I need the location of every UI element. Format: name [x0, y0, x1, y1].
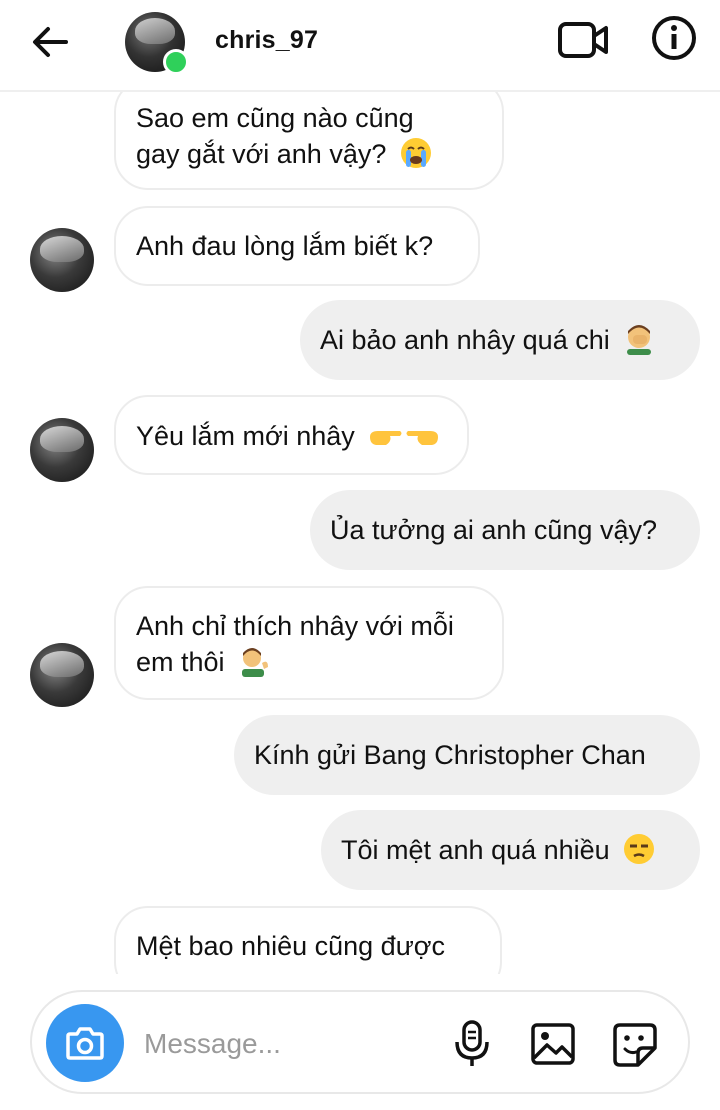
- message-bubble-incoming[interactable]: Anh đau lòng lắm biết k?: [114, 206, 480, 286]
- message-input[interactable]: [144, 1022, 404, 1066]
- message-text: Tôi mệt anh quá nhiều: [341, 835, 610, 865]
- message-composer: [30, 990, 690, 1094]
- message-bubble-outgoing[interactable]: Kính gửi Bang Christopher Chan: [234, 715, 700, 795]
- chat-header: chris_97: [0, 0, 720, 92]
- info-icon: [652, 16, 696, 60]
- message-text: Ủa tưởng ai anh cũng vậy?: [330, 515, 657, 545]
- message-bubble-incoming[interactable]: Anh chỉ thích nhây với mỗi em thôi: [114, 586, 504, 700]
- message-text-line: Tôi mệt anh quá nhiều: [341, 832, 680, 868]
- message-text-line: Ai bảo anh nhây quá chi: [320, 322, 680, 358]
- image-icon: [531, 1023, 575, 1065]
- message-bubble-incoming[interactable]: Sao em cũng nào cũng gay gắt với anh vậy…: [114, 92, 504, 190]
- man-facepalming-emoji-icon: [627, 325, 652, 355]
- camera-button[interactable]: [46, 1004, 124, 1082]
- message-bubble-incoming[interactable]: Mệt bao nhiêu cũng được: [114, 906, 502, 974]
- message-text-line: Yêu lắm mới nhây: [136, 418, 447, 454]
- contact-avatar-small[interactable]: [30, 418, 94, 482]
- camera-icon: [66, 1027, 104, 1060]
- contact-username[interactable]: chris_97: [215, 26, 318, 55]
- pointing-hands-emoji-icon: [370, 431, 439, 445]
- message-bubble-outgoing[interactable]: Ai bảo anh nhây quá chi: [300, 300, 700, 380]
- contact-avatar-small[interactable]: [30, 643, 94, 707]
- video-call-icon: [558, 22, 608, 58]
- crying-face-emoji-icon: [400, 138, 431, 168]
- unamused-face-emoji-icon: [624, 834, 655, 864]
- message-text: Sao em cũng nào cũng: [136, 103, 414, 133]
- back-button[interactable]: [28, 20, 72, 64]
- message-text: Ai bảo anh nhây quá chi: [320, 325, 610, 355]
- man-tipping-hand-emoji-icon: [242, 648, 269, 677]
- message-text: Anh chỉ thích nhây với mỗi: [136, 611, 454, 641]
- message-text-line: em thôi: [136, 644, 482, 680]
- contact-avatar-small[interactable]: [30, 228, 94, 292]
- message-bubble-outgoing[interactable]: Ủa tưởng ai anh cũng vậy?: [310, 490, 700, 570]
- message-text: Kính gửi Bang Christopher Chan: [254, 740, 646, 770]
- voice-message-button[interactable]: [450, 1020, 494, 1068]
- sticker-icon: [613, 1023, 657, 1067]
- message-bubble-outgoing[interactable]: Tôi mệt anh quá nhiều: [321, 810, 700, 890]
- video-call-button[interactable]: [556, 18, 612, 62]
- message-text: Yêu lắm mới nhây: [136, 421, 355, 451]
- online-status-dot: [163, 49, 189, 75]
- message-text: Anh đau lòng lắm biết k?: [136, 231, 434, 261]
- message-text: Mệt bao nhiêu cũng được: [136, 931, 445, 961]
- message-bubble-incoming[interactable]: Yêu lắm mới nhây: [114, 395, 469, 475]
- message-thread[interactable]: Sao em cũng nào cũng gay gắt với anh vậy…: [0, 92, 720, 974]
- sticker-button[interactable]: [612, 1022, 658, 1068]
- message-text: em thôi: [136, 647, 225, 677]
- gallery-button[interactable]: [530, 1022, 576, 1066]
- message-text: gay gắt với anh vậy?: [136, 139, 387, 169]
- info-button[interactable]: [650, 14, 698, 62]
- message-text-line: gay gắt với anh vậy?: [136, 136, 482, 172]
- arrow-left-icon: [33, 27, 68, 57]
- microphone-icon: [455, 1020, 489, 1066]
